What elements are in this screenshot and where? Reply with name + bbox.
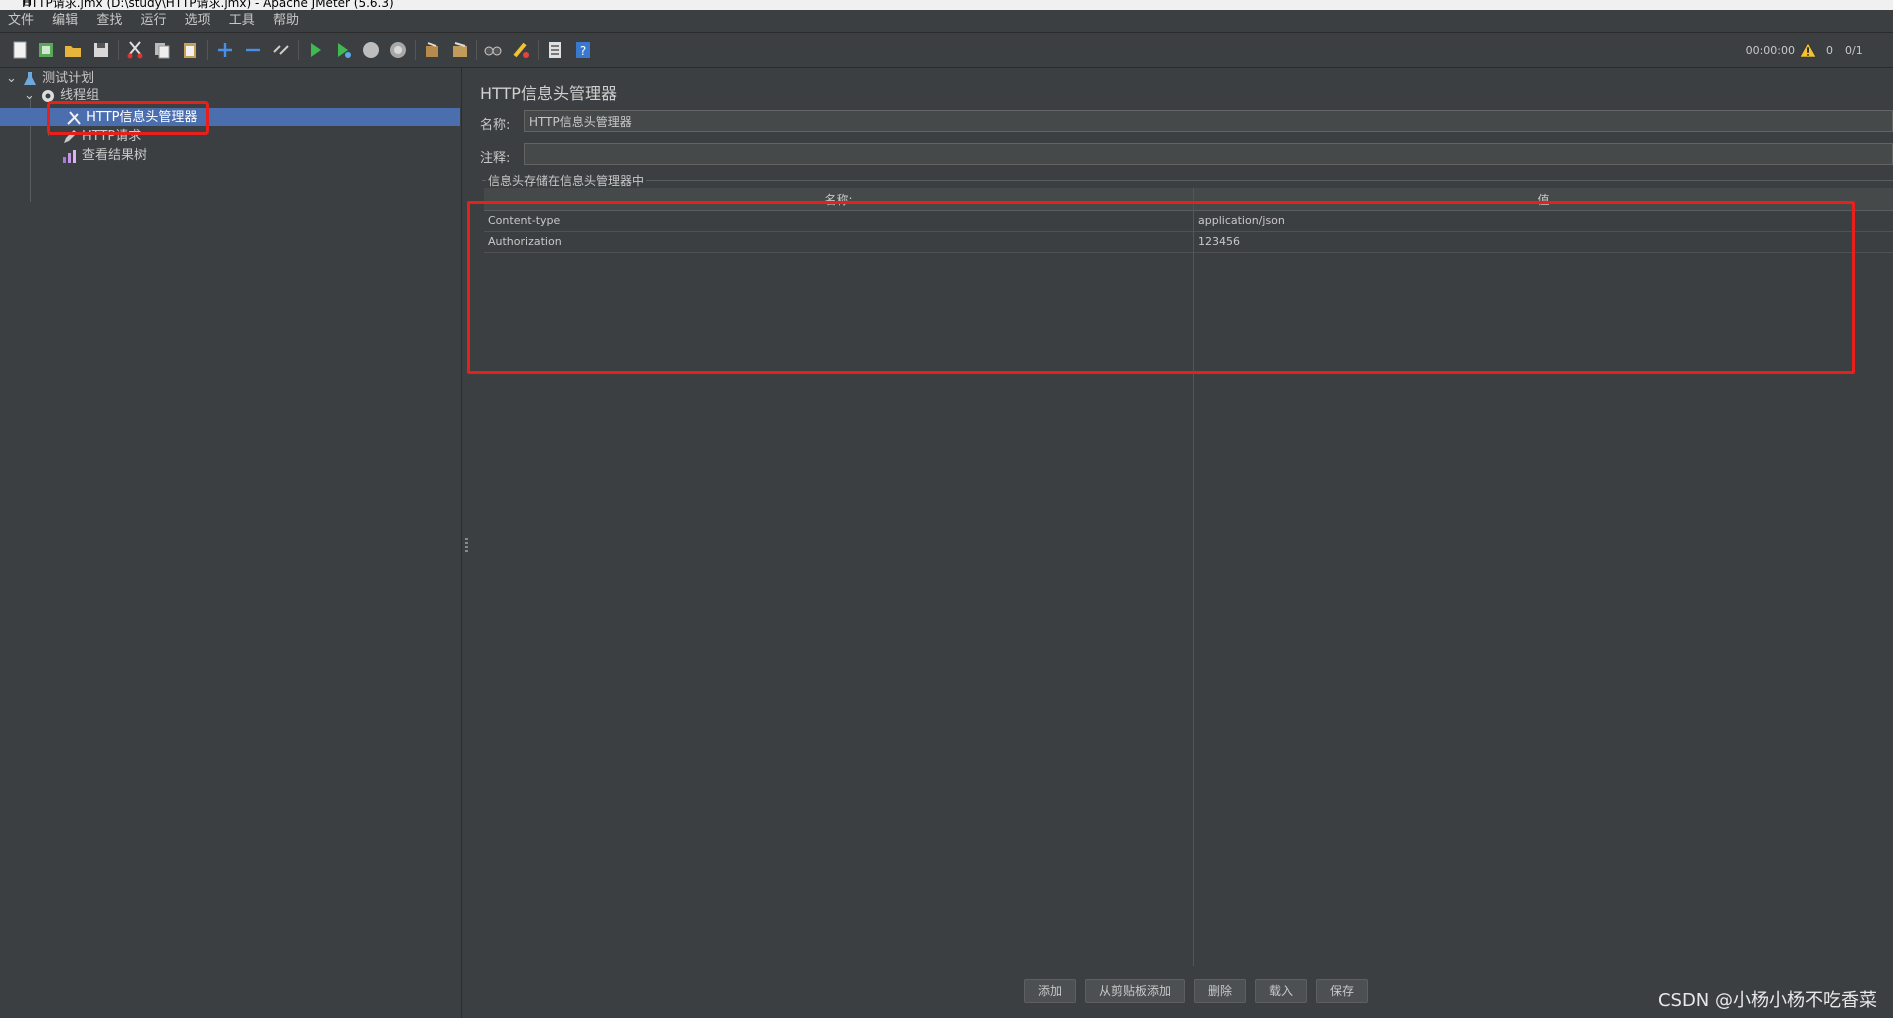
elapsed-time: 00:00:00 [1745, 44, 1795, 57]
tree-item-label: HTTP信息头管理器 [86, 110, 198, 125]
table-row[interactable]: Content-type application/json [484, 211, 1893, 232]
tree-item-thread-group[interactable]: ⌄ 线程组 [24, 86, 99, 105]
templates-icon[interactable] [35, 39, 57, 61]
new-icon[interactable] [9, 39, 31, 61]
row-value-cell[interactable]: 123456 [1198, 235, 1240, 248]
menu-bar: 文件 编辑 查找 运行 选项 工具 帮助 [0, 10, 1893, 33]
tree-item-header-manager[interactable]: HTTP信息头管理器 [0, 108, 460, 126]
clear-all-icon[interactable] [449, 39, 471, 61]
comment-label: 注释: [480, 151, 511, 166]
menu-tools[interactable]: 工具 [229, 10, 255, 32]
group-caption: 信息头存储在信息头管理器中 [486, 172, 647, 189]
menu-edit[interactable]: 编辑 [52, 10, 78, 32]
expand-icon[interactable] [214, 39, 236, 61]
tree-item-label: 测试计划 [42, 71, 95, 86]
row-name-cell[interactable]: Authorization [488, 235, 562, 248]
column-header-name[interactable]: 名称: [484, 191, 1193, 208]
reset-search-icon[interactable] [510, 39, 532, 61]
pencil-icon [62, 129, 78, 145]
tree-item-label: 线程组 [60, 88, 100, 103]
table-row[interactable]: Authorization 123456 [484, 232, 1893, 253]
save-button[interactable]: 保存 [1316, 979, 1368, 1003]
expand-chevron-icon[interactable]: ⌄ [24, 86, 36, 105]
search-icon[interactable] [482, 39, 504, 61]
menu-search[interactable]: 查找 [96, 10, 122, 32]
start-no-pause-icon[interactable] [332, 39, 354, 61]
watermark: CSDN @小杨小杨不吃香菜 [1657, 990, 1877, 1011]
page-title: HTTP信息头管理器 [480, 84, 617, 103]
tree-item-view-results-tree[interactable]: 查看结果树 [62, 146, 147, 165]
tree-item-label: 查看结果树 [82, 148, 148, 163]
window-title-bar: HTTP请求.jmx (D:\study\HTTP请求.jmx) - Apach… [0, 0, 1893, 10]
expand-chevron-icon[interactable]: ⌄ [6, 69, 18, 88]
help-icon[interactable]: ? [572, 39, 594, 61]
chart-icon [62, 148, 78, 164]
load-button[interactable]: 载入 [1255, 979, 1307, 1003]
window-maximize-button[interactable]: ㅁ [22, 0, 1857, 10]
menu-help[interactable]: 帮助 [273, 10, 299, 32]
gear-icon [40, 88, 56, 104]
add-from-clipboard-button[interactable]: 从剪贴板添加 [1085, 979, 1185, 1003]
row-value-cell[interactable]: application/json [1198, 214, 1285, 227]
column-header-value[interactable]: 值 [1194, 191, 1893, 208]
collapse-icon[interactable] [242, 39, 264, 61]
wrench-icon [66, 110, 82, 126]
tree-item-http-request[interactable]: HTTP请求 [62, 127, 141, 146]
toggle-icon[interactable] [270, 39, 292, 61]
table-header: 名称: 值 [484, 188, 1893, 211]
headers-table: 名称: 值 Content-type application/json Auth… [484, 188, 1893, 966]
warning-icon[interactable] [1799, 41, 1817, 63]
row-name-cell[interactable]: Content-type [488, 214, 560, 227]
open-icon[interactable] [62, 39, 84, 61]
save-icon[interactable] [90, 39, 112, 61]
comment-field[interactable] [524, 143, 1893, 165]
test-plan-tree: ⌄ 测试计划 ⌄ 线程组 HTTP信息头管理器 HTTP请求 查看结果树 [0, 68, 462, 1018]
flask-icon [22, 71, 38, 87]
function-helper-icon[interactable] [544, 39, 566, 61]
clear-icon[interactable] [421, 39, 443, 61]
copy-icon[interactable] [151, 39, 173, 61]
menu-run[interactable]: 运行 [140, 10, 166, 32]
start-icon[interactable] [304, 39, 326, 61]
menu-options[interactable]: 选项 [185, 10, 211, 32]
header-manager-panel: HTTP信息头管理器 名称: 注释: 信息头存储在信息头管理器中 名称: 值 C… [472, 68, 1893, 1018]
stop-icon[interactable] [360, 39, 382, 61]
cut-icon[interactable] [124, 39, 146, 61]
toolbar: ? 00:00:00 0 0/1 [0, 33, 1893, 68]
name-label: 名称: [480, 118, 511, 133]
tree-item-label: HTTP请求 [82, 129, 142, 144]
warning-count: 0 [1826, 44, 1833, 57]
paste-icon[interactable] [179, 39, 201, 61]
name-field[interactable] [524, 110, 1893, 132]
add-button[interactable]: 添加 [1024, 979, 1076, 1003]
thread-count: 0/1 [1845, 44, 1863, 57]
delete-button[interactable]: 删除 [1194, 979, 1246, 1003]
shutdown-icon[interactable] [387, 39, 409, 61]
splitter-handle[interactable] [461, 68, 472, 1018]
menu-file[interactable]: 文件 [8, 10, 34, 32]
svg-text:?: ? [580, 44, 586, 58]
